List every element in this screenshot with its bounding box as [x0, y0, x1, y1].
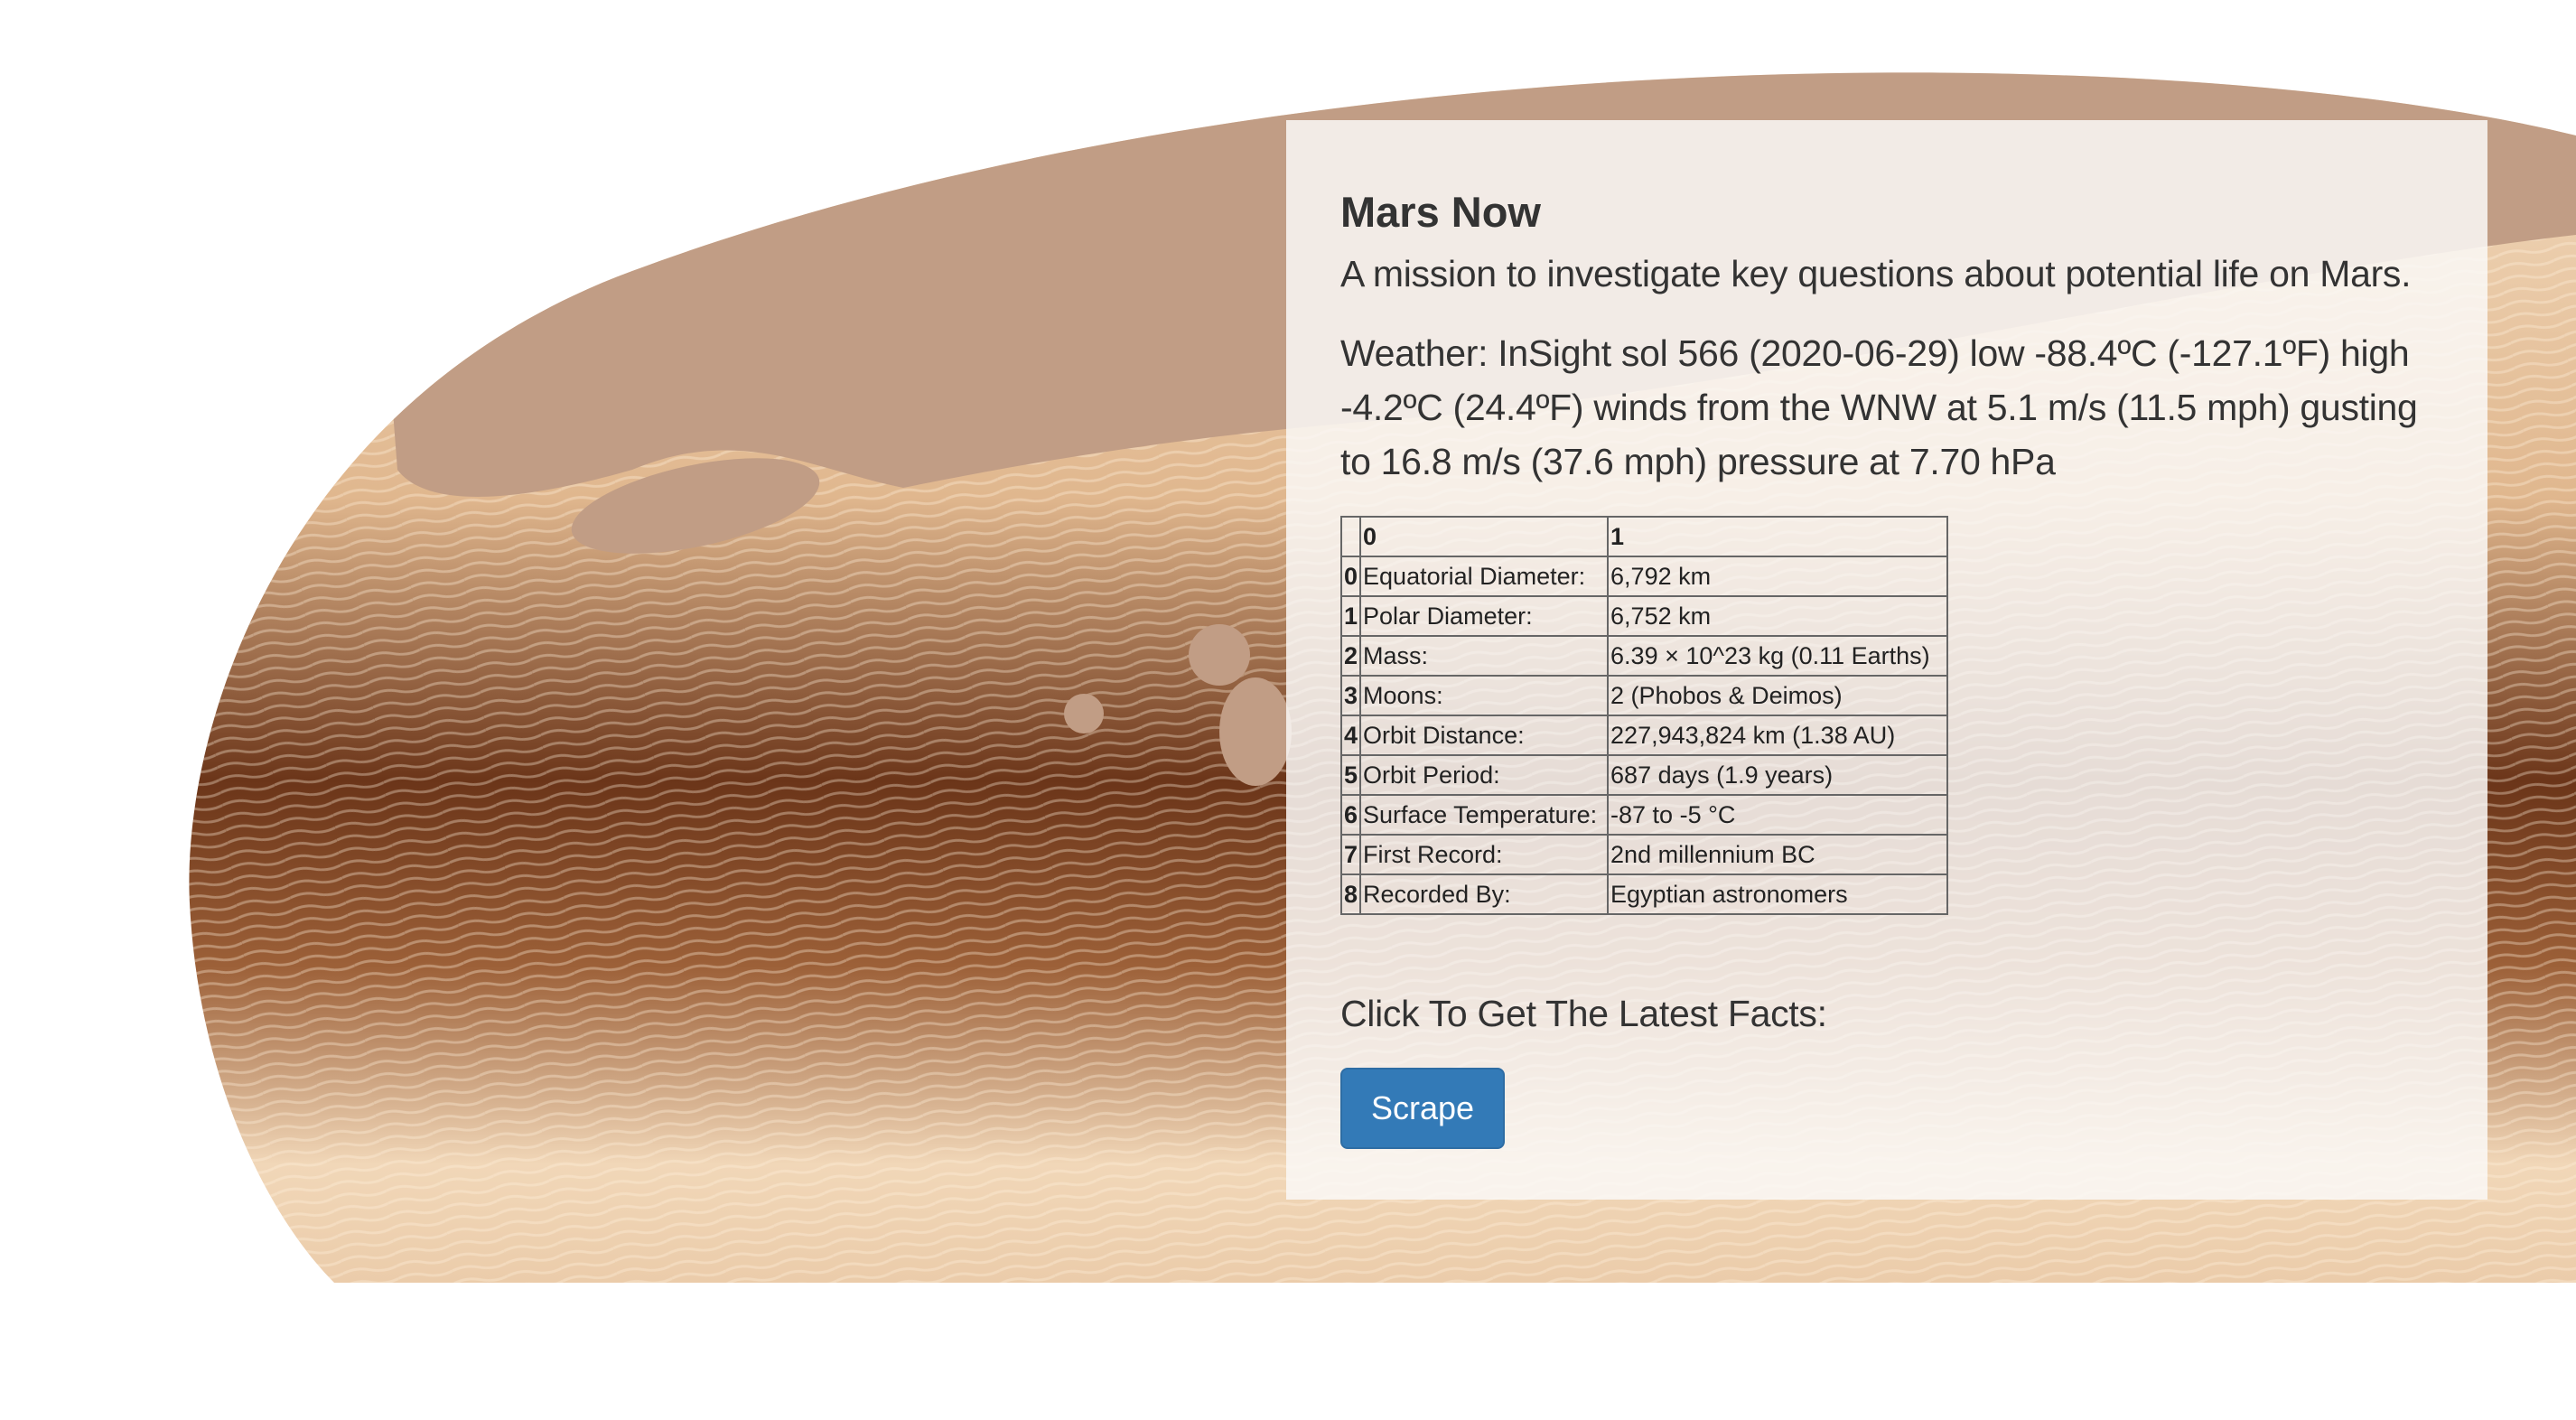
row-label: Moons: — [1359, 675, 1610, 716]
page-subtitle: A mission to investigate key questions a… — [1340, 253, 2412, 294]
row-label: Equatorial Diameter: — [1359, 556, 1610, 597]
row-value: 6,752 km — [1607, 595, 1949, 637]
row-label: First Record: — [1359, 834, 1610, 875]
info-card: Mars Now A mission to investigate key qu… — [1286, 120, 2487, 1200]
row-index: 7 — [1339, 834, 1362, 875]
row-value: Egyptian astronomers — [1607, 873, 1949, 915]
table-row: 4 Orbit Distance: 227,943,824 km (1.38 A… — [1339, 715, 1949, 756]
row-value: 6,792 km — [1607, 556, 1949, 597]
row-value: 6.39 × 10^23 kg (0.11 Earths) — [1607, 635, 1949, 677]
row-label: Orbit Period: — [1359, 754, 1610, 796]
table-row: 0 Equatorial Diameter: 6,792 km — [1339, 556, 1949, 597]
mars-facts-table: 0 1 0 Equatorial Diameter: 6,792 km 1 Po… — [1339, 516, 1949, 915]
row-index: 1 — [1339, 595, 1362, 637]
scrape-button[interactable]: Scrape — [1340, 1068, 1506, 1149]
row-value: 227,943,824 km (1.38 AU) — [1607, 715, 1949, 756]
row-index: 8 — [1339, 873, 1362, 915]
table-row: 3 Moons: 2 (Phobos & Deimos) — [1339, 675, 1949, 716]
row-label: Orbit Distance: — [1359, 715, 1610, 756]
table-header-col1: 1 — [1607, 516, 1949, 557]
table-header-row: 0 1 — [1339, 516, 1949, 557]
row-label: Surface Temperature: — [1359, 794, 1610, 836]
row-label: Mass: — [1359, 635, 1610, 677]
row-index: 3 — [1339, 675, 1362, 716]
table-row: 6 Surface Temperature: -87 to -5 °C — [1339, 794, 1949, 836]
row-value: 2 (Phobos & Deimos) — [1607, 675, 1949, 716]
page-title: Mars Now — [1340, 188, 1541, 236]
table-row: 2 Mass: 6.39 × 10^23 kg (0.11 Earths) — [1339, 635, 1949, 677]
row-label: Recorded By: — [1359, 873, 1610, 915]
table-header-col0: 0 — [1359, 516, 1610, 557]
table-row: 5 Orbit Period: 687 days (1.9 years) — [1339, 754, 1949, 796]
row-index: 2 — [1339, 635, 1362, 677]
table-row: 7 First Record: 2nd millennium BC — [1339, 834, 1949, 875]
row-value: 687 days (1.9 years) — [1607, 754, 1949, 796]
row-value: 2nd millennium BC — [1607, 834, 1949, 875]
table-row: 1 Polar Diameter: 6,752 km — [1339, 595, 1949, 637]
row-index: 5 — [1339, 754, 1362, 796]
table-header-index — [1339, 516, 1362, 557]
row-label: Polar Diameter: — [1359, 595, 1610, 637]
weather-report: Weather: InSight sol 566 (2020-06-29) lo… — [1340, 332, 2418, 482]
row-index: 0 — [1339, 556, 1362, 597]
row-index: 6 — [1339, 794, 1362, 836]
cta-label: Click To Get The Latest Facts: — [1340, 993, 1827, 1034]
row-index: 4 — [1339, 715, 1362, 756]
row-value: -87 to -5 °C — [1607, 794, 1949, 836]
table-row: 8 Recorded By: Egyptian astronomers — [1339, 873, 1949, 915]
